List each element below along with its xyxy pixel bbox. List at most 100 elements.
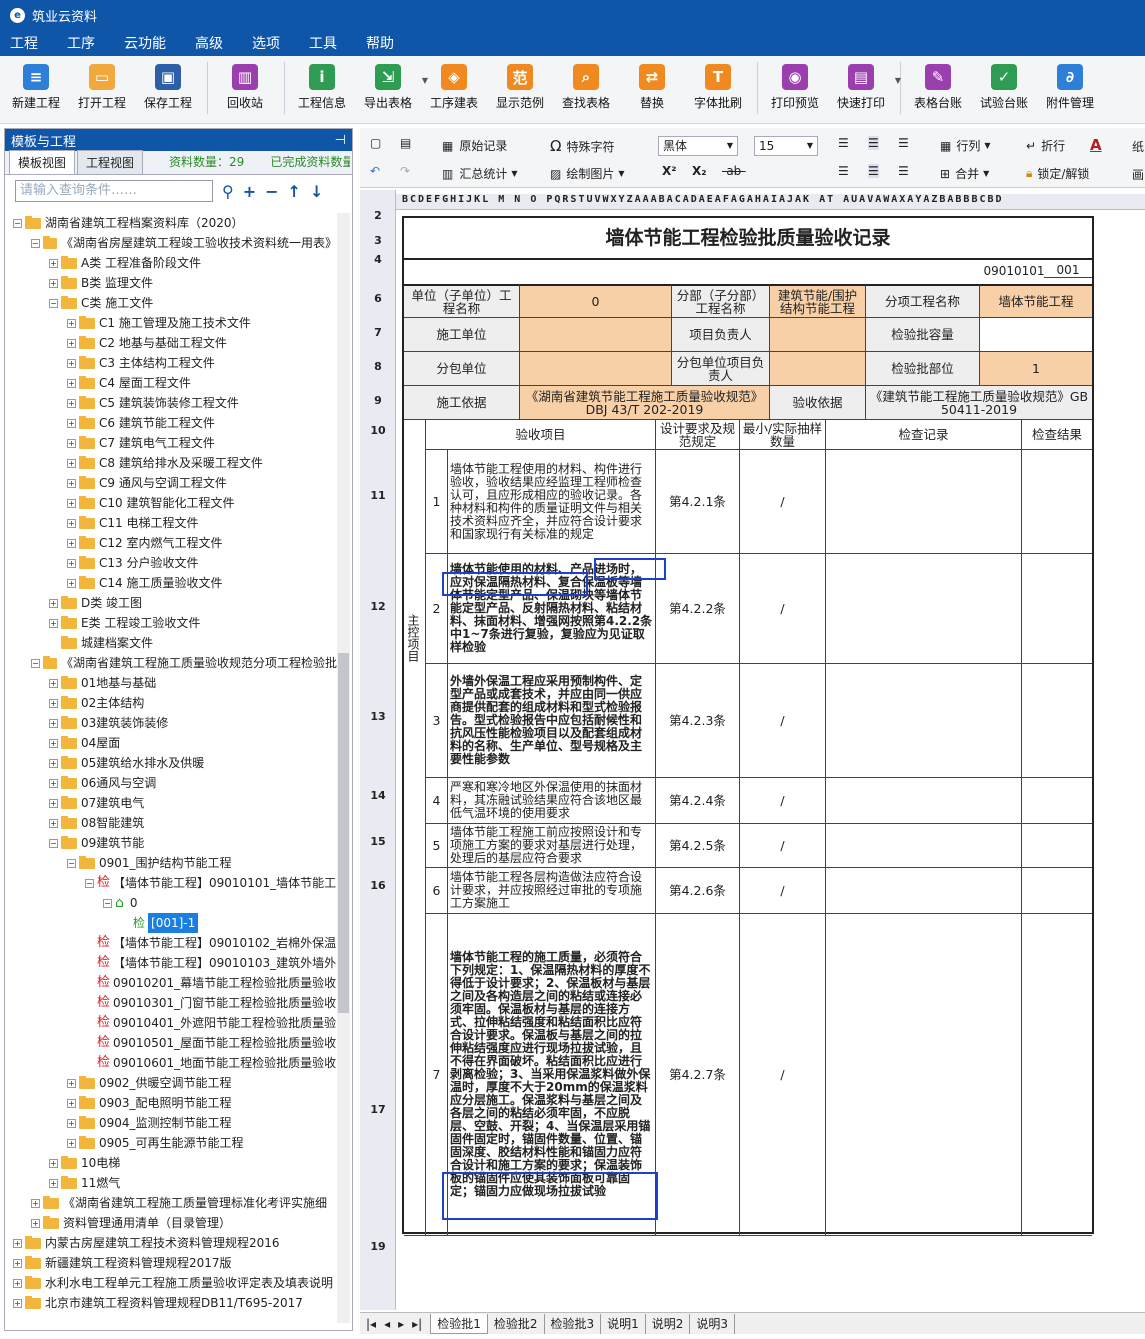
row-number[interactable]: 9 <box>360 384 396 418</box>
tree-node[interactable]: + C1 施工管理及施工技术文件 <box>5 313 337 333</box>
tree-node[interactable]: 检 09010201_幕墙节能工程检验批质量验收 <box>5 973 337 993</box>
item-record[interactable] <box>826 664 1022 778</box>
last-sheet-icon[interactable]: ▸| <box>412 1317 422 1331</box>
expand-icon[interactable]: + <box>67 578 76 588</box>
expand-icon[interactable]: + <box>49 738 58 748</box>
toolbar-button-9[interactable]: ⇄ 替换 <box>620 56 684 116</box>
tree-node[interactable]: + E类 工程竣工验收文件 <box>5 613 337 633</box>
copy-icon[interactable]: ▢ <box>370 136 381 150</box>
toolbar-button-7[interactable]: 范显示范例 <box>488 56 552 116</box>
item-record[interactable] <box>826 778 1022 824</box>
sheet-tab-3[interactable]: 检验批3 <box>545 1313 602 1334</box>
tree-node[interactable]: 城建档案文件 <box>5 633 337 653</box>
tree-node[interactable]: + C2 地基与基础工程文件 <box>5 333 337 353</box>
expand-icon[interactable]: + <box>67 558 76 568</box>
align-center-icon[interactable]: ☰ <box>868 164 879 178</box>
align-right-icon[interactable]: ☰ <box>898 164 909 178</box>
expand-icon[interactable]: + <box>67 358 76 368</box>
redo-icon[interactable]: ↷ <box>400 164 410 178</box>
merge-button[interactable]: ⊞ 合并 ▼ <box>940 165 989 182</box>
row-number[interactable]: 3 <box>360 230 396 252</box>
tree-node[interactable]: +10电梯 <box>5 1153 337 1173</box>
tree-node[interactable]: + C11 电梯工程文件 <box>5 513 337 533</box>
tree-node[interactable]: + 北京市建筑工程资料管理规程DB11/T695-2017 <box>5 1293 337 1313</box>
subcon-pm-value[interactable] <box>770 352 866 386</box>
toolbar-button-11[interactable]: ◉ 打印预览 <box>763 56 827 116</box>
item-record[interactable] <box>826 450 1022 554</box>
tree-node[interactable]: 检【墙体节能工程】09010102_岩棉外保温 <box>5 933 337 953</box>
add-icon[interactable]: + <box>243 182 256 201</box>
toolbar-button-2[interactable]: ▣ 保存工程 <box>136 56 200 116</box>
item-sample[interactable]: / <box>740 554 826 664</box>
item-result[interactable] <box>1022 554 1092 664</box>
tree-node[interactable]: − 0901_围护结构节能工程 <box>5 853 337 873</box>
undo-icon[interactable]: ↶ <box>370 164 380 178</box>
basis-value[interactable]: 《湖南省建筑节能工程施工质量验收规范》DBJ 43/T 202-2019 <box>520 386 770 420</box>
item-sample[interactable]: / <box>740 778 826 824</box>
part-value[interactable]: 1 <box>980 352 1092 386</box>
tree-node[interactable]: +03建筑装饰装修 <box>5 713 337 733</box>
font-color-icon[interactable]: A <box>1090 136 1102 154</box>
expand-icon[interactable]: + <box>49 758 58 768</box>
tab-project-view[interactable]: 工程视图 <box>77 150 144 174</box>
expand-icon[interactable]: + <box>13 1238 22 1248</box>
branch-value[interactable]: 建筑节能/围护结构节能工程 <box>770 284 866 318</box>
row-number[interactable]: 16 <box>360 864 396 908</box>
tree-node[interactable]: + B类 监理文件 <box>5 273 337 293</box>
tree-node[interactable]: +05建筑给水排水及供暖 <box>5 753 337 773</box>
draw-image-button[interactable]: ▨ 绘制图片 ▼ <box>550 165 625 182</box>
draw-button[interactable]: 画 <box>1132 166 1144 183</box>
scroll-thumb[interactable] <box>338 653 349 1013</box>
collapse-icon[interactable]: − <box>13 218 22 228</box>
expand-icon[interactable]: + <box>13 1298 22 1308</box>
item-result[interactable] <box>1022 664 1092 778</box>
row-number[interactable]: 12 <box>360 551 396 663</box>
capacity-value[interactable] <box>980 318 1092 352</box>
toolbar-button-14[interactable]: ✓ 试验台账 <box>972 56 1036 116</box>
toolbar-button-0[interactable]: ≡ 新建工程 <box>4 56 68 116</box>
tree-node[interactable]: + 内蒙古房屋建筑工程技术资料管理规程2016 <box>5 1233 337 1253</box>
align-middle-icon[interactable]: ☰ <box>868 136 879 150</box>
row-number[interactable]: 17 <box>360 948 396 1272</box>
menu-item-2[interactable]: 云功能 <box>124 33 166 53</box>
align-bottom-icon[interactable]: ☰ <box>898 136 909 150</box>
tree-node[interactable]: +0905_可再生能源节能工程 <box>5 1133 337 1153</box>
tree-node[interactable]: +11燃气 <box>5 1173 337 1193</box>
tree-node[interactable]: 检 09010301_门窗节能工程检验批质量验收 <box>5 993 337 1013</box>
tree-node[interactable]: + 资料管理通用清单（目录管理） <box>5 1213 337 1233</box>
tree-node[interactable]: + C6 建筑节能工程文件 <box>5 413 337 433</box>
tree-node[interactable]: + C5 建筑装饰装修工程文件 <box>5 393 337 413</box>
collapse-icon[interactable]: − <box>49 838 58 848</box>
tree-node[interactable]: − 《湖南省建筑工程施工质量验收规范分项工程检验批 <box>5 653 337 673</box>
collapse-icon[interactable]: − <box>85 878 94 888</box>
row-number[interactable]: 8 <box>360 350 396 384</box>
toolbar-button-13[interactable]: ✎ 表格台账 <box>906 56 970 116</box>
tree-node[interactable]: − 09建筑节能 <box>5 833 337 853</box>
expand-icon[interactable]: + <box>49 798 58 808</box>
item-result[interactable] <box>1022 450 1092 554</box>
expand-icon[interactable]: + <box>67 518 76 528</box>
item-record[interactable] <box>826 554 1022 664</box>
expand-icon[interactable]: + <box>49 1178 58 1188</box>
dropdown-arrow-icon[interactable]: ▼ <box>895 76 901 85</box>
item-result[interactable] <box>1022 914 1092 1236</box>
tree-node[interactable]: +0903_配电照明节能工程 <box>5 1093 337 1113</box>
toolbar-button-6[interactable]: ◈ 工序建表 <box>422 56 486 116</box>
tree-node[interactable]: + C9 通风与空调工程文件 <box>5 473 337 493</box>
expand-icon[interactable]: + <box>13 1278 22 1288</box>
menu-item-1[interactable]: 工序 <box>67 33 95 53</box>
row-number[interactable]: 4 <box>360 252 396 268</box>
remove-icon[interactable]: − <box>265 182 278 201</box>
expand-icon[interactable]: + <box>49 618 58 628</box>
menu-item-4[interactable]: 选项 <box>252 33 280 53</box>
prev-sheet-icon[interactable]: ◂ <box>384 1317 390 1331</box>
toolbar-button-10[interactable]: T 字体批刷 <box>686 56 750 116</box>
tree-node[interactable]: − 检【墙体节能工程】09010101_墙体节能工 <box>5 873 337 893</box>
toolbar-button-4[interactable]: i 工程信息 <box>290 56 354 116</box>
collapse-icon[interactable]: − <box>49 298 58 308</box>
expand-icon[interactable]: + <box>49 258 58 268</box>
summary-button[interactable]: ▥ 汇总统计 ▼ <box>442 165 518 182</box>
toolbar-button-5[interactable]: ⇲ 导出表格 ▼ <box>356 56 428 116</box>
toolbar-button-8[interactable]: ⌕ 查找表格 <box>554 56 618 116</box>
tree-node[interactable]: 检 09010601_地面节能工程检验批质量验收 <box>5 1053 337 1073</box>
